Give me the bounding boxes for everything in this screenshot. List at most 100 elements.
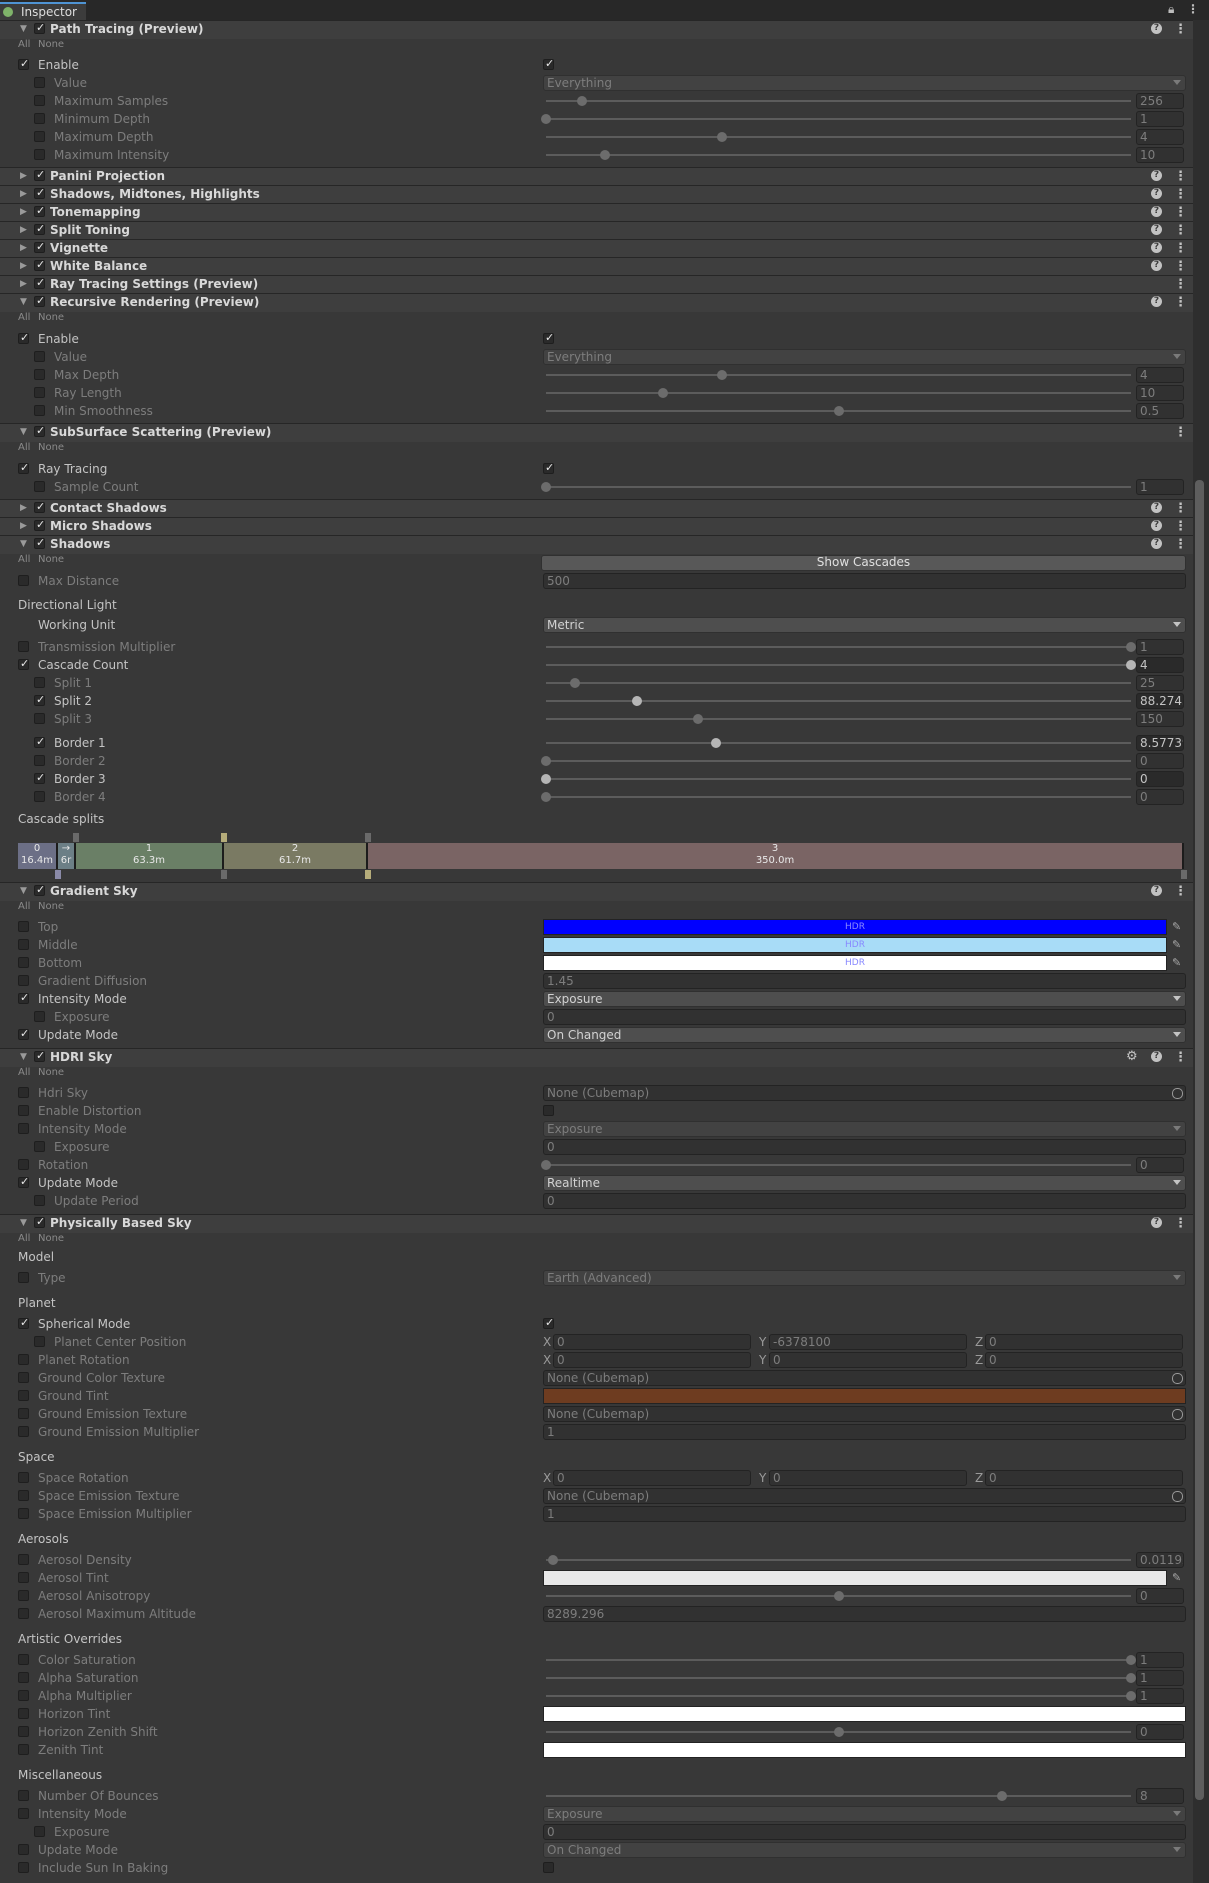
pt-min-depth-value[interactable]: 1 bbox=[1136, 111, 1184, 127]
foldout-open-icon[interactable]: ▼ bbox=[20, 539, 27, 549]
pt-max-samples-override[interactable] bbox=[34, 95, 45, 106]
sh-split1-track[interactable] bbox=[546, 682, 1131, 684]
help-icon[interactable]: ? bbox=[1151, 170, 1162, 181]
help-icon[interactable]: ? bbox=[1151, 188, 1162, 199]
foldout-open-icon[interactable]: ▼ bbox=[20, 886, 27, 896]
pb-space-rotation-override[interactable] bbox=[18, 1472, 29, 1483]
section-menu-icon[interactable]: ⋮ bbox=[1174, 1216, 1187, 1231]
pt-max-intensity-value[interactable]: 10 bbox=[1136, 147, 1184, 163]
cascade-segment[interactable]: 0 16.4m bbox=[18, 843, 58, 869]
hdri-rotation-track[interactable] bbox=[546, 1164, 1131, 1166]
all-button[interactable]: All bbox=[18, 901, 30, 912]
section-collapsed[interactable]: ▶ Vignette? ⋮ bbox=[0, 239, 1193, 258]
sh-border4-handle[interactable] bbox=[541, 792, 551, 802]
gs-update-dropdown[interactable]: On Changed bbox=[543, 1027, 1186, 1043]
rr-max-depth-handle[interactable] bbox=[716, 370, 727, 380]
foldout-open-icon[interactable]: ▼ bbox=[20, 1052, 27, 1062]
pb-alpha-sat-override[interactable] bbox=[18, 1672, 29, 1683]
pt-min-depth-track[interactable] bbox=[546, 118, 1131, 120]
help-icon[interactable]: ? bbox=[1151, 260, 1162, 271]
section-collapsed[interactable]: ▶ Contact Shadows? ⋮ bbox=[0, 499, 1193, 518]
rr-max-depth-value[interactable]: 4 bbox=[1136, 367, 1184, 383]
pb-update-override[interactable] bbox=[18, 1844, 29, 1855]
pb-update-dropdown[interactable]: On Changed bbox=[543, 1842, 1186, 1858]
pb-zenith-tint-swatch[interactable] bbox=[543, 1742, 1186, 1758]
pb-center-z-field[interactable]: 0 bbox=[985, 1334, 1183, 1350]
section-enable-checkbox[interactable] bbox=[34, 168, 45, 181]
pb-alpha-mult-value[interactable]: 1 bbox=[1136, 1688, 1184, 1704]
preset-gear-icon[interactable]: ⚙ bbox=[1126, 1049, 1138, 1064]
sh-cascade-count-handle[interactable] bbox=[1126, 660, 1136, 670]
sh-border2-value[interactable]: 0 bbox=[1136, 753, 1184, 769]
section-physically-based-sky[interactable]: ▼ Physically Based Sky? ⋮ bbox=[0, 1214, 1193, 1233]
section-menu-icon[interactable]: ⋮ bbox=[1174, 241, 1187, 256]
section-enable-checkbox[interactable] bbox=[34, 883, 45, 896]
pb-spherical-toggle[interactable] bbox=[543, 1316, 554, 1329]
none-button[interactable]: None bbox=[38, 554, 64, 565]
sh-cascade-count-override[interactable] bbox=[18, 657, 29, 670]
rr-max-depth-override[interactable] bbox=[34, 369, 45, 380]
cascade-split-handle[interactable] bbox=[73, 833, 79, 842]
pb-spherical-override[interactable] bbox=[18, 1316, 29, 1329]
foldout-closed-icon[interactable]: ▶ bbox=[20, 207, 27, 217]
all-button[interactable]: All bbox=[18, 1067, 30, 1078]
sh-cascade-count-value[interactable]: 4 bbox=[1136, 657, 1184, 673]
foldout-closed-icon[interactable]: ▶ bbox=[20, 521, 27, 531]
pb-color-sat-value[interactable]: 1 bbox=[1136, 1652, 1184, 1668]
hdri-distortion-toggle[interactable] bbox=[543, 1105, 554, 1116]
sh-split2-value[interactable]: 88.2743 bbox=[1136, 693, 1184, 709]
pb-aero-aniso-handle[interactable] bbox=[833, 1591, 844, 1601]
sh-split2-handle[interactable] bbox=[631, 696, 642, 706]
none-button[interactable]: None bbox=[38, 1067, 64, 1078]
hdri-intensity-override[interactable] bbox=[18, 1123, 29, 1134]
pb-alpha-sat-track[interactable] bbox=[546, 1677, 1131, 1679]
section-enable-checkbox[interactable] bbox=[34, 21, 45, 34]
hdri-period-override[interactable] bbox=[34, 1195, 45, 1206]
pb-sun-toggle[interactable] bbox=[543, 1862, 554, 1873]
sss-sample-count-track[interactable] bbox=[546, 486, 1131, 488]
gs-bottom-swatch[interactable]: HDR bbox=[543, 955, 1167, 971]
cascade-border-handle[interactable] bbox=[55, 870, 61, 879]
all-button[interactable]: All bbox=[18, 312, 30, 323]
section-menu-icon[interactable]: ⋮ bbox=[1174, 169, 1187, 184]
lock-icon[interactable]: 🔒︎ bbox=[1168, 2, 1174, 17]
help-icon[interactable]: ? bbox=[1151, 224, 1162, 235]
sh-split3-value[interactable]: 150 bbox=[1136, 711, 1184, 727]
show-cascades-button[interactable]: Show Cascades bbox=[541, 555, 1186, 571]
pt-value-dropdown[interactable]: Everything bbox=[543, 75, 1186, 91]
pt-max-intensity-handle[interactable] bbox=[599, 150, 610, 160]
pt-max-depth-track[interactable] bbox=[546, 136, 1131, 138]
pb-horizon-shift-override[interactable] bbox=[18, 1726, 29, 1737]
sh-border2-override[interactable] bbox=[34, 755, 45, 766]
sh-split3-track[interactable] bbox=[546, 718, 1131, 720]
pb-gem-override[interactable] bbox=[18, 1426, 29, 1437]
sh-cascade-count-track[interactable] bbox=[546, 664, 1131, 666]
section-menu-icon[interactable]: ⋮ bbox=[1174, 205, 1187, 220]
pb-aero-alt-field[interactable]: 8289.296 bbox=[543, 1606, 1186, 1622]
pb-center-x-field[interactable]: 0 bbox=[553, 1334, 751, 1350]
pb-rotation-override[interactable] bbox=[18, 1354, 29, 1365]
sh-max-distance-override[interactable] bbox=[18, 575, 29, 586]
sh-transmission-override[interactable] bbox=[18, 641, 29, 652]
gs-intensity-override[interactable] bbox=[18, 991, 29, 1004]
pb-ground-emission-tex-field[interactable]: None (Cubemap) bbox=[543, 1406, 1186, 1422]
section-collapsed[interactable]: ▶ White Balance? ⋮ bbox=[0, 257, 1193, 276]
section-menu-icon[interactable]: ⋮ bbox=[1174, 1050, 1187, 1065]
section-menu-icon[interactable]: ⋮ bbox=[1174, 187, 1187, 202]
rr-min-smooth-override[interactable] bbox=[34, 405, 45, 416]
section-menu-icon[interactable]: ⋮ bbox=[1174, 295, 1187, 310]
gs-diffusion-override[interactable] bbox=[18, 975, 29, 986]
section-enable-checkbox[interactable] bbox=[34, 500, 45, 513]
rr-min-smooth-value[interactable]: 0.5 bbox=[1136, 403, 1184, 419]
cascade-segment[interactable]: 2 61.7m bbox=[224, 843, 368, 869]
eyedropper-icon[interactable]: ✎ bbox=[1172, 938, 1181, 951]
sh-transmission-handle[interactable] bbox=[1126, 642, 1136, 652]
pb-exposure-override[interactable] bbox=[34, 1826, 45, 1837]
section-enable-checkbox[interactable] bbox=[34, 1215, 45, 1228]
pb-alpha-mult-override[interactable] bbox=[18, 1690, 29, 1701]
pb-alpha-sat-handle[interactable] bbox=[1126, 1673, 1136, 1683]
gs-exposure-field[interactable]: 0 bbox=[543, 1009, 1186, 1025]
pb-ground-tint-swatch[interactable] bbox=[543, 1388, 1186, 1404]
pb-ground-color-tex-override[interactable] bbox=[18, 1372, 29, 1383]
pb-exposure-field[interactable]: 0 bbox=[543, 1824, 1186, 1840]
